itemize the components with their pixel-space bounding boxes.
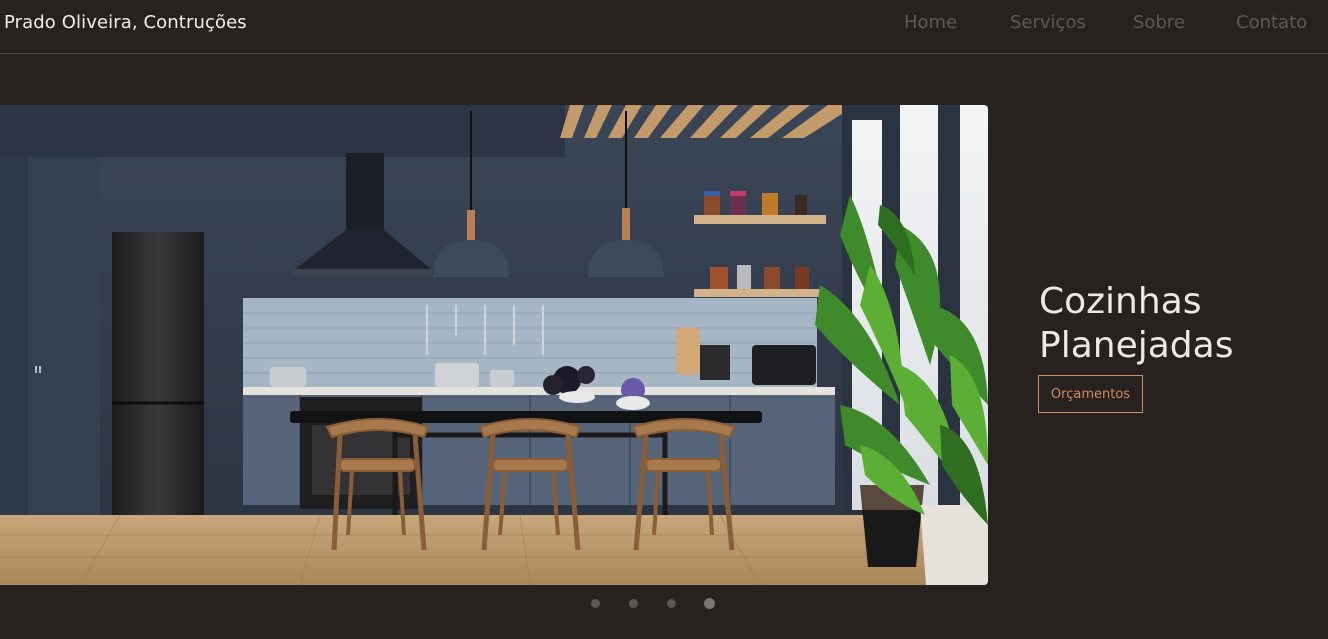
carousel-dot-4-active[interactable] bbox=[704, 598, 715, 609]
nav-link-contact[interactable]: Contato bbox=[1236, 12, 1307, 33]
quote-button[interactable]: Orçamentos bbox=[1038, 375, 1143, 413]
hero-title: Cozinhas Planejadas bbox=[1039, 281, 1234, 366]
carousel-dot-3[interactable] bbox=[667, 599, 676, 608]
carousel-indicators bbox=[586, 596, 726, 612]
nav-link-home[interactable]: Home bbox=[904, 12, 957, 33]
carousel-dot-2[interactable] bbox=[629, 599, 638, 608]
nav-link-about[interactable]: Sobre bbox=[1133, 12, 1185, 33]
navbar: Prado Oliveira, Contruções Home Serviços… bbox=[0, 0, 1328, 54]
brand-name[interactable]: Prado Oliveira, Contruções bbox=[4, 12, 247, 33]
carousel-dot-1[interactable] bbox=[591, 599, 600, 608]
nav-link-services[interactable]: Serviços bbox=[1010, 12, 1086, 33]
hero-kitchen-image bbox=[0, 105, 988, 585]
